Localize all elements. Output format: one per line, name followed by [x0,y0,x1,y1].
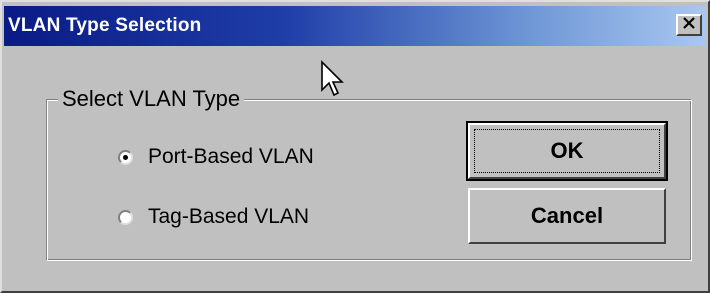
cancel-button[interactable]: Cancel [468,188,666,244]
title-bar[interactable]: VLAN Type Selection [4,6,706,46]
radio-label-port-based: Port-Based VLAN [148,145,314,168]
radio-button-port-based[interactable] [118,149,133,165]
radio-port-based-vlan[interactable]: Port-Based VLAN [118,145,314,169]
close-button[interactable] [676,14,702,36]
mouse-pointer-icon [321,60,344,97]
ok-button[interactable]: OK [466,121,668,181]
close-icon [683,16,695,34]
radio-tag-based-vlan[interactable]: Tag-Based VLAN [118,205,309,229]
radio-button-tag-based[interactable] [118,209,133,225]
ok-button-label: OK [550,138,584,163]
vlan-type-dialog: VLAN Type Selection Select VLAN Type Por… [0,0,710,293]
window-title: VLAN Type Selection [8,15,202,36]
radio-label-tag-based: Tag-Based VLAN [148,205,310,228]
cancel-button-label: Cancel [530,203,604,228]
groupbox-label: Select VLAN Type [58,86,245,112]
